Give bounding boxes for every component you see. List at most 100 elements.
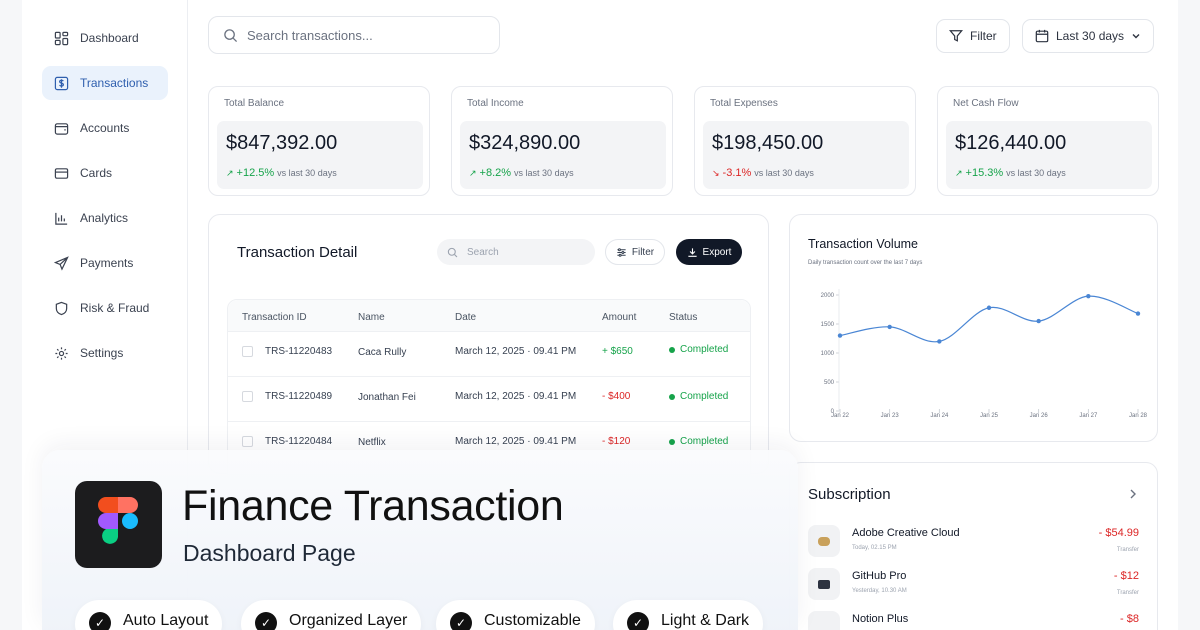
transaction-detail-card: Transaction Detail Search Filter Export … [208,214,769,475]
card-icon [54,167,69,179]
subscription-amount: - $8 [1120,613,1139,625]
kpi-card-total-income: Total Income $324,890.00 ↗ +8.2% vs last… [451,86,673,196]
data-point [887,324,892,330]
check-icon: ✓ [450,612,472,630]
table-filter-label: Filter [631,246,655,258]
sidebar-item-label: Analytics [80,211,129,225]
sidebar-item-dashboard[interactable]: Dashboard [42,21,168,55]
subscription-name: GitHub Pro [852,570,907,582]
feature-pill: ✓ Light & Dark [613,600,764,630]
check-icon: ✓ [627,612,649,630]
sidebar-item-cards[interactable]: Cards [42,156,168,190]
table-search-input[interactable]: Search [437,239,595,265]
kpi-card-total-balance: Total Balance $847,392.00 ↗ +12.5% vs la… [208,86,430,196]
y-tick-label: 1500 [821,322,835,328]
feature-label: Organized Layer [289,612,408,629]
subscription-item[interactable]: GitHub Pro Yesterday, 10.30 AM [808,568,907,600]
adobe-logo-icon [808,525,840,557]
sidebar-item-analytics[interactable]: Analytics [42,201,168,235]
github-logo-icon [808,568,840,600]
row-checkbox[interactable] [242,391,253,402]
kpi-title: Net Cash Flow [953,98,1019,109]
search-icon [224,28,238,42]
row-checkbox[interactable] [242,436,253,447]
y-tick-label: 1000 [821,351,835,357]
x-tick-label: Jan 22 [831,413,850,419]
status-label: Completed [680,391,729,402]
transaction-id: TRS-11220484 [265,436,333,447]
data-point [1036,318,1041,324]
global-search-input[interactable]: Search transactions... [208,16,500,54]
kpi-card-net-cash-flow: Net Cash Flow $126,440.00 ↗ +15.3% vs la… [937,86,1159,196]
kpi-delta-note: vs last 30 days [514,168,574,178]
sidebar-item-label: Settings [80,346,124,360]
subscription-item[interactable]: Adobe Creative Cloud Today, 02.15 PM [808,525,960,557]
subscription-type: Transfer [1116,547,1139,553]
status-badge: Completed [669,436,728,447]
kpi-title: Total Balance [224,98,285,109]
feature-label: Auto Layout [123,612,209,629]
sidebar-item-settings[interactable]: Settings [42,336,168,370]
export-button[interactable]: Export [676,239,742,265]
trend-up-icon: ↗ [469,167,477,178]
date-range-label: Last 30 days [1056,29,1125,43]
sidebar-item-accounts[interactable]: Accounts [42,111,168,145]
kpi-delta: ↗ +15.3% vs last 30 days [955,167,1066,179]
sidebar-item-payments[interactable]: Payments [42,246,168,280]
sidebar-item-label: Transactions [80,76,149,90]
table-row[interactable]: TRS-11220489 Jonathan Fei March 12, 2025… [228,377,750,422]
feature-pill: ✓ Customizable [436,600,595,630]
kpi-delta-value: +8.2% [479,167,512,179]
card-title: Transaction Detail [237,244,358,261]
search-icon [447,247,458,257]
data-point [937,339,942,344]
status-badge: Completed [669,391,728,402]
kpi-delta-note: vs last 30 days [277,168,337,178]
filter-button[interactable]: Filter [936,19,1010,53]
table-header: Transaction ID Name Date Amount Status [228,300,750,332]
app-thumbnail [818,579,830,589]
kpi-value: $324,890.00 [469,132,581,154]
table-row[interactable]: TRS-11220483 Caca Rully March 12, 2025 ·… [228,332,750,377]
transaction-amount: + $650 [602,346,633,357]
kpi-delta-value: +12.5% [236,167,275,179]
status-label: Completed [680,436,729,447]
kpi-value-box: $198,450.00 ↘ -3.1% vs last 30 days [703,121,909,189]
row-checkbox[interactable] [242,346,253,357]
subscription-card: Subscription Adobe Creative Cloud Today,… [789,462,1158,630]
subscription-amount: - $54.99 [1098,527,1139,539]
sidebar-item-label: Accounts [80,121,130,135]
transaction-date: March 12, 2025 · 09.41 PM [455,346,577,357]
subscription-amount: - $12 [1113,570,1139,582]
transaction-amount: - $120 [602,436,631,447]
subscription-type: Transfer [1116,590,1139,596]
sidebar-item-label: Cards [80,166,113,180]
status-dot [669,393,675,400]
kpi-delta: ↘ -3.1% vs last 30 days [712,167,814,179]
transaction-volume-card: Transaction Volume Daily transaction cou… [789,214,1158,442]
sidebar-item-transactions[interactable]: Transactions [42,66,168,100]
sidebar-item-label: Dashboard [80,31,139,45]
trend-up-icon: ↗ [955,167,963,178]
x-tick-label: Jan 28 [1129,413,1148,419]
check-icon: ✓ [255,612,277,630]
x-tick-label: Jan 24 [930,413,949,419]
column-header: Status [669,312,698,323]
kpi-value: $847,392.00 [226,132,338,154]
data-point [837,333,843,338]
export-label: Export [702,246,732,258]
sidebar-item-risk-fraud[interactable]: Risk & Fraud [42,291,168,325]
subscription-item[interactable]: Notion Plus [808,611,908,630]
status-dot [669,346,675,353]
promo-title: Finance Transaction [182,482,564,530]
promo-subtitle: Dashboard Page [183,540,356,566]
table-filter-button[interactable]: Filter [605,239,665,265]
gear-icon [55,346,68,360]
kpi-value: $126,440.00 [955,132,1067,154]
bar-chart-icon [55,212,68,225]
date-range-select[interactable]: Last 30 days [1022,19,1155,53]
chevron-right-icon[interactable] [1128,488,1138,500]
transaction-id: TRS-11220483 [265,346,333,357]
trend-up-icon: ↗ [226,167,234,178]
sidebar-item-label: Payments [80,256,134,270]
